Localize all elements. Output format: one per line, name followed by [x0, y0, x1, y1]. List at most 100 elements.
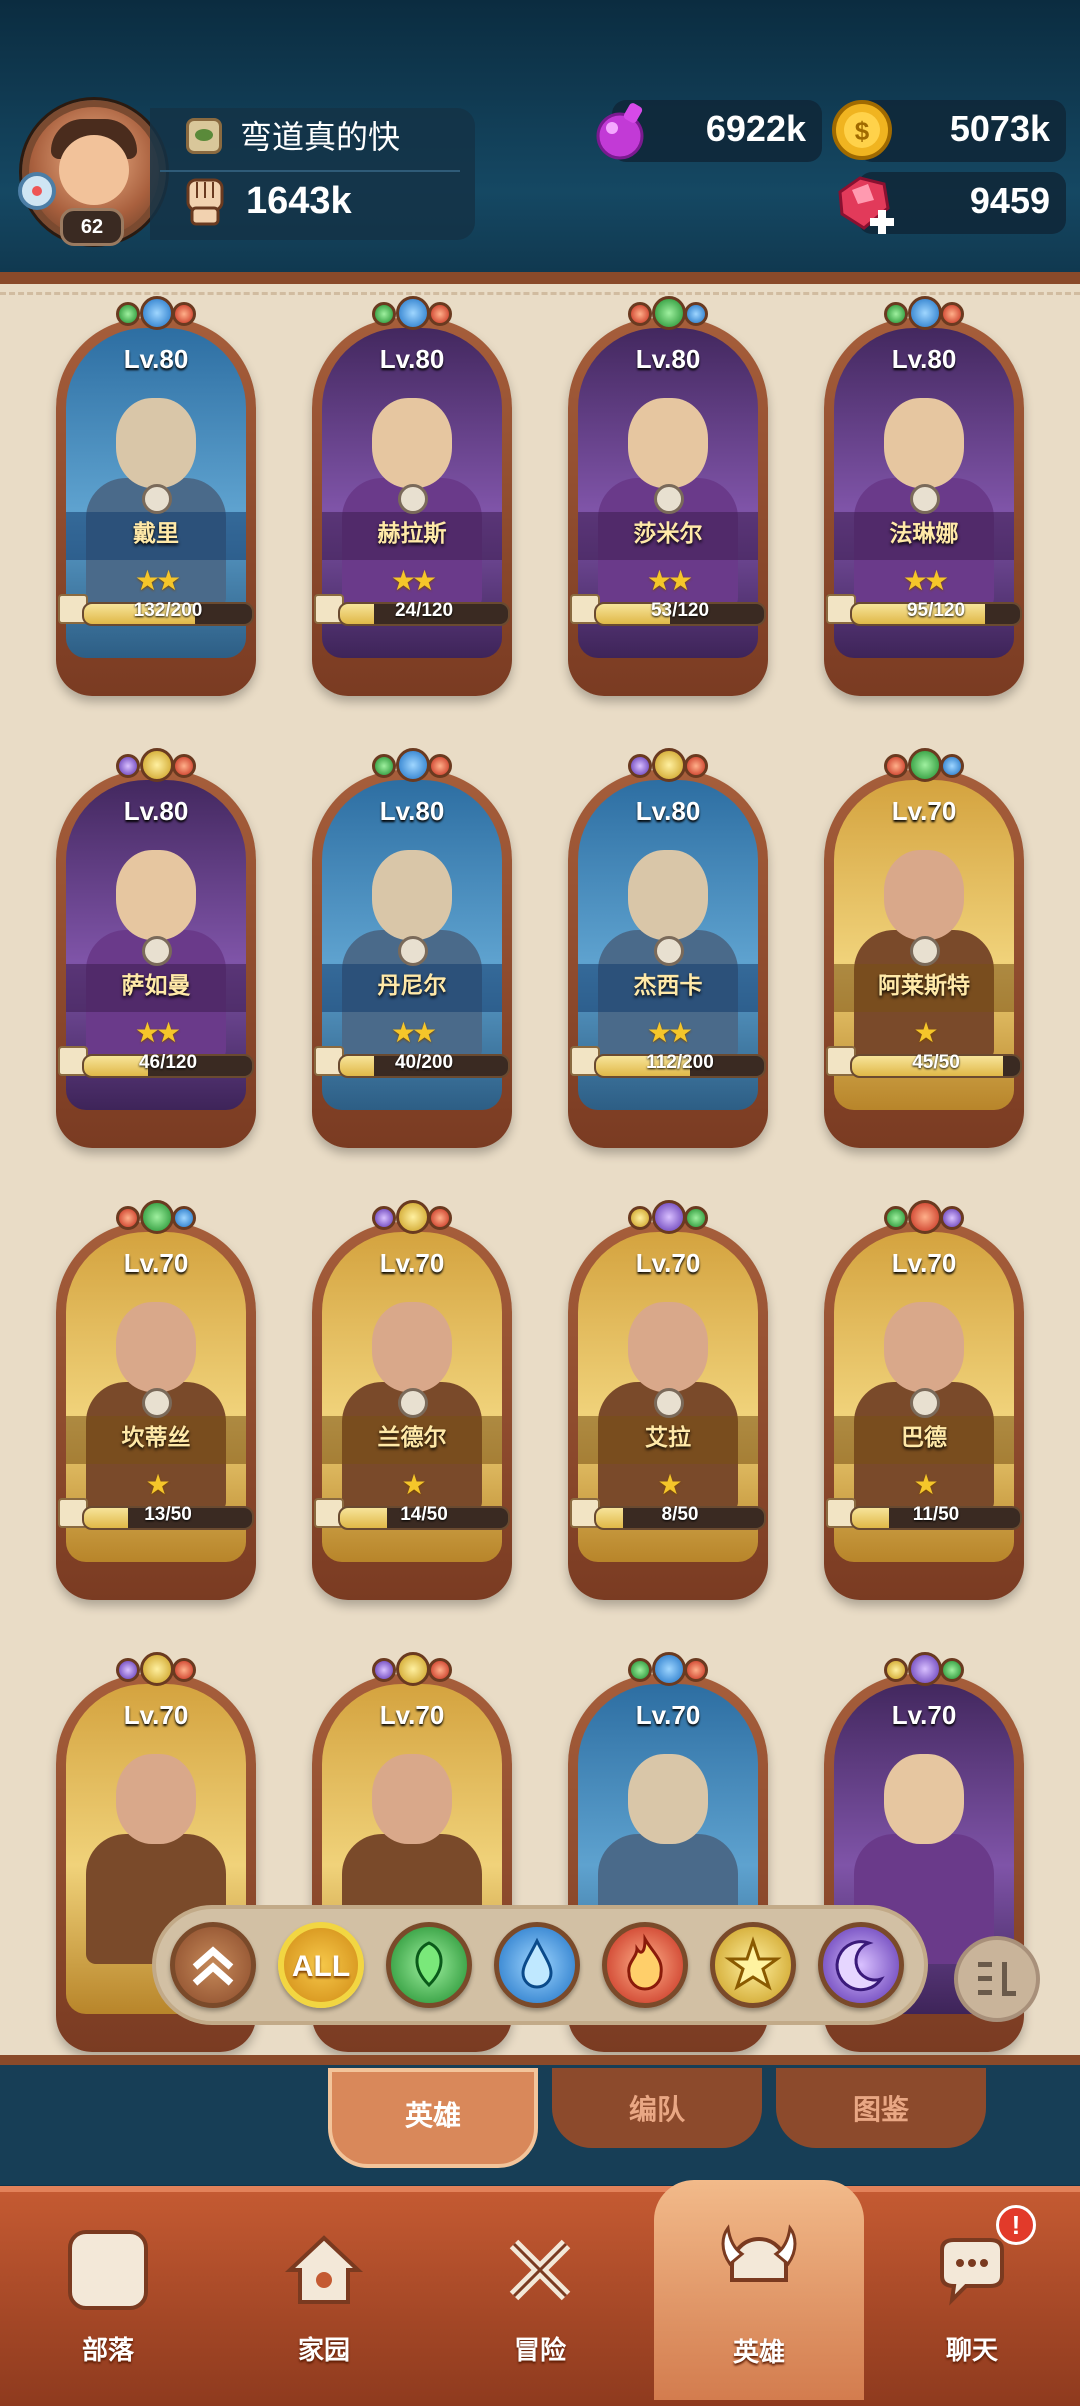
tab-formation[interactable]: 编队	[552, 2068, 762, 2148]
filter-fire-button[interactable]	[602, 1922, 688, 2008]
nav-home[interactable]: 家园	[234, 2210, 414, 2380]
hero-card[interactable]: Lv.80 莎米尔 ★★ 53/120	[568, 296, 768, 696]
tab-heroes-label: 英雄	[404, 2099, 461, 2132]
nav-tribe[interactable]: 部落	[18, 2210, 198, 2380]
filter-water-button[interactable]	[494, 1922, 580, 2008]
gem-plus-icon[interactable]	[830, 172, 900, 242]
class-icon	[142, 484, 172, 514]
hero-level: Lv.70	[635, 1248, 701, 1278]
crossed-swords-icon	[509, 2239, 571, 2301]
chat-alert-badge: !	[996, 2205, 1036, 2245]
element-gems	[116, 748, 196, 792]
hero-level: Lv.70	[379, 1700, 445, 1730]
gems-value: 9459	[969, 180, 1050, 221]
tab-formation-label: 编队	[628, 2093, 685, 2126]
element-gems	[884, 748, 964, 792]
hero-stars: ★	[657, 1468, 682, 1501]
main-element-icon	[908, 1652, 942, 1686]
tab-codex[interactable]: 图鉴	[776, 2068, 986, 2148]
element-gem-icon	[428, 1658, 452, 1682]
hero-level: Lv.70	[379, 1248, 445, 1278]
hero-card[interactable]: Lv.70 兰德尔 ★ 14/50	[312, 1200, 512, 1600]
leaf-icon	[415, 1941, 443, 1988]
hero-card[interactable]: Lv.80 赫拉斯 ★★ 24/120	[312, 296, 512, 696]
collapse-button[interactable]	[170, 1922, 256, 2008]
hero-card[interactable]: Lv.80 萨如曼 ★★ 46/120	[56, 748, 256, 1148]
hero-name: 兰德尔	[377, 1425, 447, 1451]
player-power: 1643k	[246, 180, 352, 222]
element-gem-icon	[116, 302, 140, 326]
filter-all-button[interactable]: ALL	[278, 1922, 364, 2008]
nav-heroes[interactable]: 英雄	[654, 2180, 864, 2400]
class-icon	[910, 936, 940, 966]
player-name: 弯道真的快	[240, 118, 401, 156]
hero-name: 坎蒂丝	[121, 1425, 191, 1451]
hero-name: 杰西卡	[633, 973, 703, 999]
class-icon	[398, 1388, 428, 1418]
hero-head	[884, 1302, 964, 1392]
hero-head	[884, 398, 964, 488]
hero-card[interactable]: Lv.80 戴里 ★★ 132/200	[56, 296, 256, 696]
element-gems	[628, 1652, 708, 1696]
hero-card[interactable]: Lv.80 丹尼尔 ★★ 40/200	[312, 748, 512, 1148]
hero-name: 法琳娜	[889, 521, 959, 547]
hero-stars: ★★	[902, 564, 949, 597]
element-gems	[884, 296, 964, 340]
element-gems	[116, 1200, 196, 1244]
hero-head	[116, 1302, 196, 1392]
hero-name: 萨如曼	[121, 973, 191, 999]
hero-card[interactable]: Lv.70 阿莱斯特 ★ 45/50	[824, 748, 1024, 1148]
hero-stars: ★★	[390, 564, 437, 597]
elixir-value: 6922k	[705, 108, 806, 149]
hero-level: Lv.70	[891, 1700, 957, 1730]
nav-chat[interactable]: 聊天	[882, 2210, 1062, 2380]
tab-heroes[interactable]: 英雄	[328, 2068, 538, 2168]
element-gem-icon	[884, 1658, 908, 1682]
element-gem-icon	[684, 1658, 708, 1682]
hero-head	[116, 850, 196, 940]
element-gems	[372, 1200, 452, 1244]
element-gem-icon	[172, 1658, 196, 1682]
main-element-icon	[908, 1200, 942, 1234]
sort-button[interactable]	[954, 1936, 1040, 2022]
class-icon	[910, 1388, 940, 1418]
hero-head	[884, 1754, 964, 1844]
crescent-moon-icon	[835, 1940, 885, 1992]
hero-name: 莎米尔	[633, 521, 703, 547]
nav-adventure[interactable]: 冒险	[450, 2210, 630, 2380]
main-element-icon	[396, 1652, 430, 1686]
hero-board: Lv.80 戴里 ★★ 132/200 Lv.80 赫拉斯 ★★ 24/120 Lv.80 莎米尔…	[0, 272, 1080, 2065]
fist-power-icon	[186, 178, 224, 226]
main-element-icon	[396, 1200, 430, 1234]
element-gem-icon	[172, 1206, 196, 1230]
double-chevron-up-icon	[192, 1946, 234, 1986]
flame-icon	[627, 1933, 663, 1991]
filter-nature-button[interactable]	[386, 1922, 472, 2008]
hero-name: 巴德	[901, 1425, 947, 1451]
element-gem-icon	[172, 302, 196, 326]
element-gem-icon	[428, 1206, 452, 1230]
nav-adventure-label: 冒险	[513, 2336, 566, 2366]
main-element-icon	[140, 296, 174, 330]
hero-card[interactable]: Lv.70 艾拉 ★ 8/50	[568, 1200, 768, 1600]
filter-light-button[interactable]	[710, 1922, 796, 2008]
class-icon	[142, 1388, 172, 1418]
hero-card[interactable]: Lv.80 法琳娜 ★★ 95/120	[824, 296, 1024, 696]
class-icon	[654, 1388, 684, 1418]
element-gem-icon	[116, 1658, 140, 1682]
main-element-icon	[908, 296, 942, 330]
class-icon	[654, 936, 684, 966]
hero-level: Lv.80	[635, 796, 701, 826]
hero-head	[628, 1754, 708, 1844]
hero-card[interactable]: Lv.70 巴德 ★ 11/50	[824, 1200, 1024, 1600]
hero-level: Lv.70	[123, 1248, 189, 1278]
tribe-banner-icon	[68, 2230, 148, 2310]
filter-dark-button[interactable]	[818, 1922, 904, 2008]
class-icon	[398, 484, 428, 514]
star-icon	[724, 1936, 782, 1991]
hero-head	[116, 398, 196, 488]
element-gem-icon	[116, 754, 140, 778]
hero-level: Lv.70	[891, 796, 957, 826]
hero-card[interactable]: Lv.80 杰西卡 ★★ 112/200	[568, 748, 768, 1148]
hero-card[interactable]: Lv.70 坎蒂丝 ★ 13/50	[56, 1200, 256, 1600]
